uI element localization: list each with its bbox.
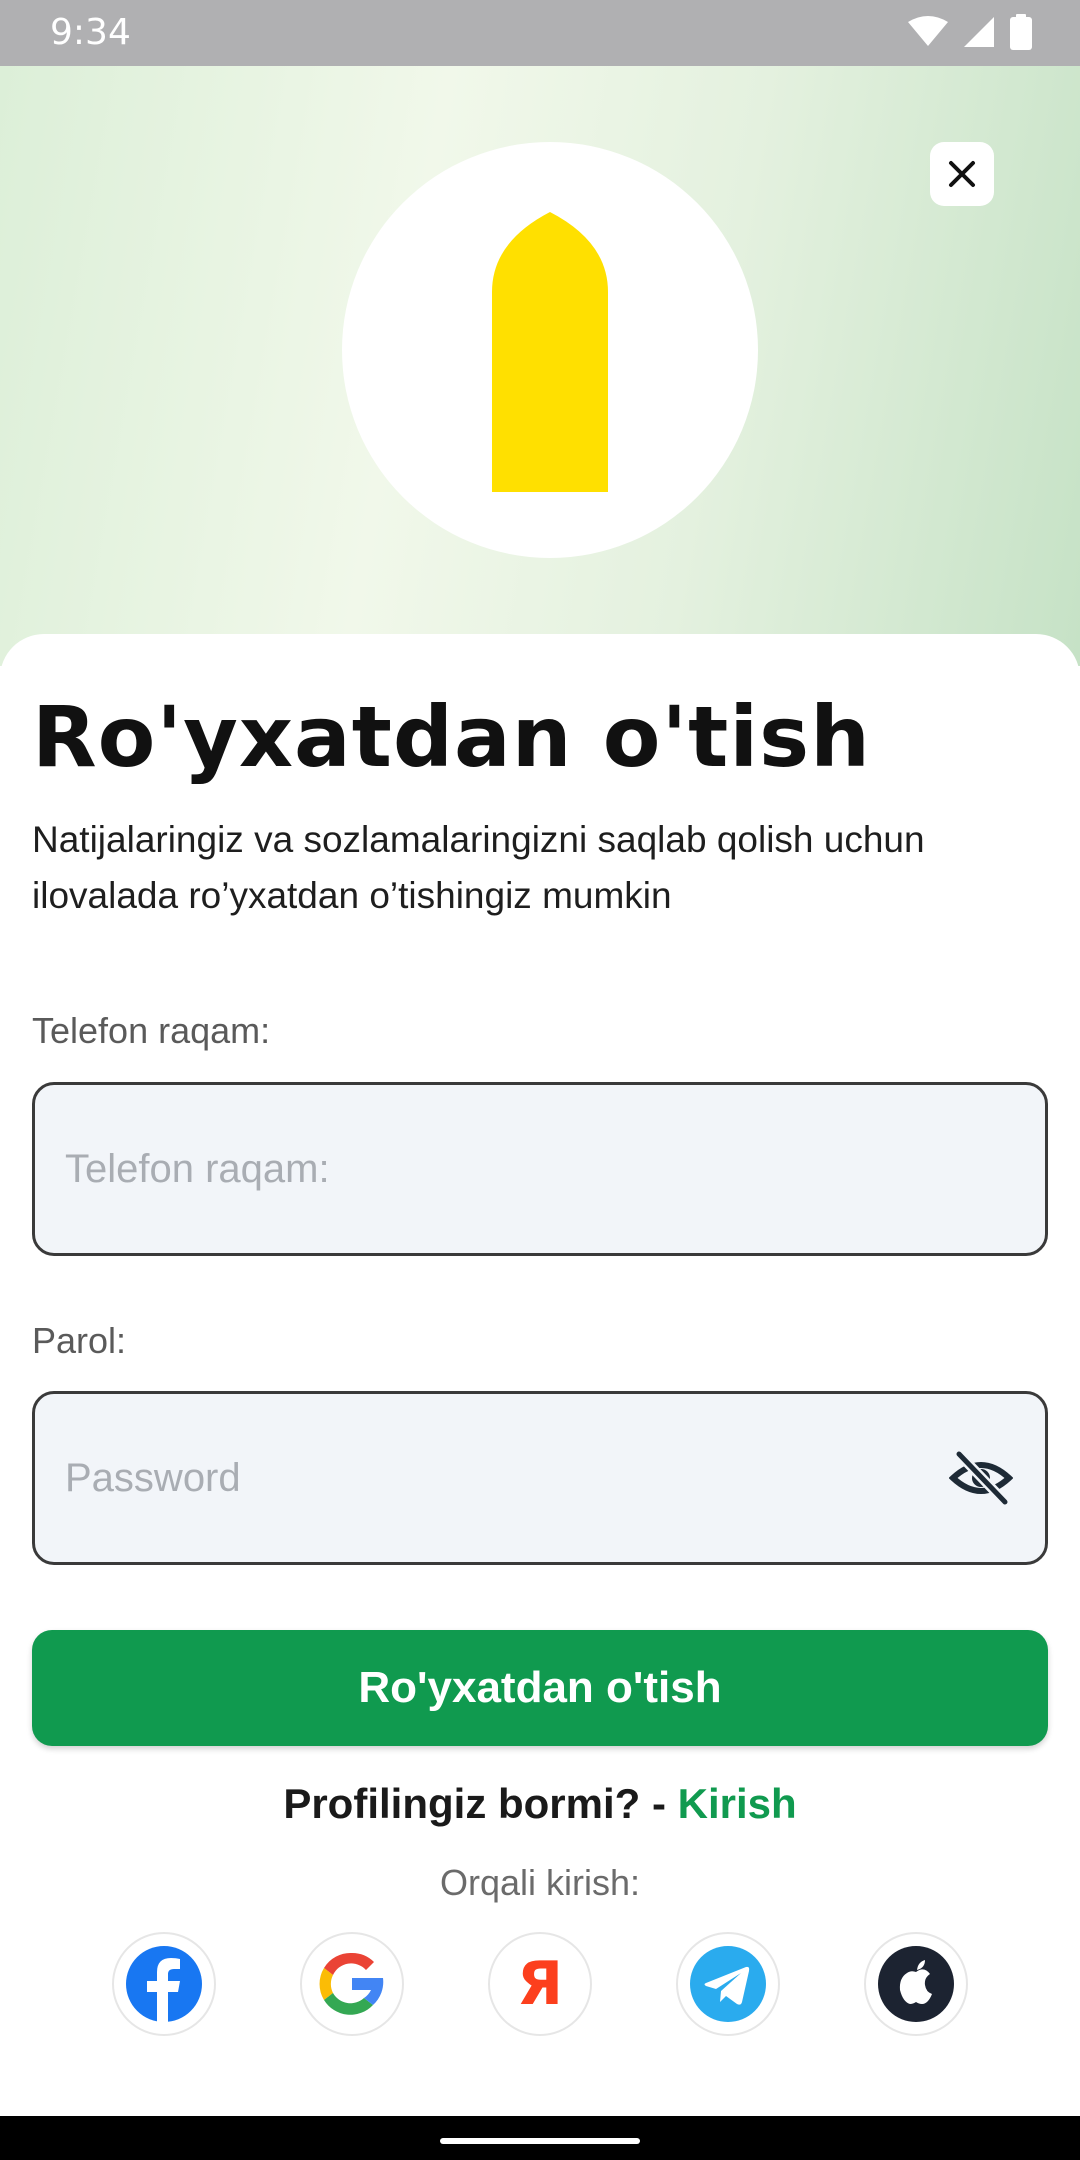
social-login-label: Orqali kirish: [439, 1862, 641, 1903]
yellow-arch-logo-icon [492, 212, 608, 492]
password-label: Parol: [32, 1320, 127, 1361]
status-bar: 9:34 [0, 0, 1080, 66]
telegram-login-button[interactable] [676, 1932, 780, 2036]
facebook-login-button[interactable] [112, 1932, 216, 2036]
battery-icon [1010, 14, 1032, 50]
toggle-password-visibility-button[interactable] [949, 1450, 1013, 1506]
register-button[interactable]: Ro'yxatdan o'tish [32, 1630, 1048, 1746]
yandex-login-button[interactable]: Я [488, 1932, 592, 2036]
status-time: 9:34 [50, 12, 131, 53]
hero-banner [0, 66, 1080, 666]
page-subtitle: Natijalaringiz va sozlamalaringizni saql… [32, 819, 925, 916]
social-login-row: Я [0, 1932, 1080, 2036]
eye-off-icon [949, 1450, 1013, 1506]
phone-input[interactable] [65, 1085, 945, 1253]
apple-login-button[interactable] [864, 1932, 968, 2036]
signal-icon [964, 17, 994, 47]
yandex-icon: Я [516, 1949, 564, 2019]
navigation-bar [0, 2116, 1080, 2160]
telegram-icon [690, 1946, 766, 2022]
close-button[interactable] [930, 142, 994, 206]
password-input[interactable] [65, 1394, 945, 1562]
close-icon [949, 161, 975, 187]
status-icons [908, 14, 1032, 50]
password-input-box[interactable] [32, 1391, 1048, 1565]
login-prompt-text: Profilingiz bormi? - [283, 1780, 678, 1827]
apple-icon [878, 1946, 954, 2022]
login-link[interactable]: Kirish [678, 1780, 797, 1827]
logo-circle [342, 142, 758, 558]
google-login-button[interactable] [300, 1932, 404, 2036]
wifi-icon [908, 16, 948, 46]
home-handle[interactable] [440, 2138, 640, 2144]
phone-label: Telefon raqam: [32, 1010, 271, 1051]
login-prompt-row: Profilingiz bormi? - Kirish [0, 1780, 1080, 1828]
google-icon [319, 1952, 384, 2015]
phone-input-box[interactable] [32, 1082, 1048, 1256]
page-title: Ro'yxatdan o'tish [32, 688, 871, 786]
facebook-icon [126, 1946, 202, 2022]
